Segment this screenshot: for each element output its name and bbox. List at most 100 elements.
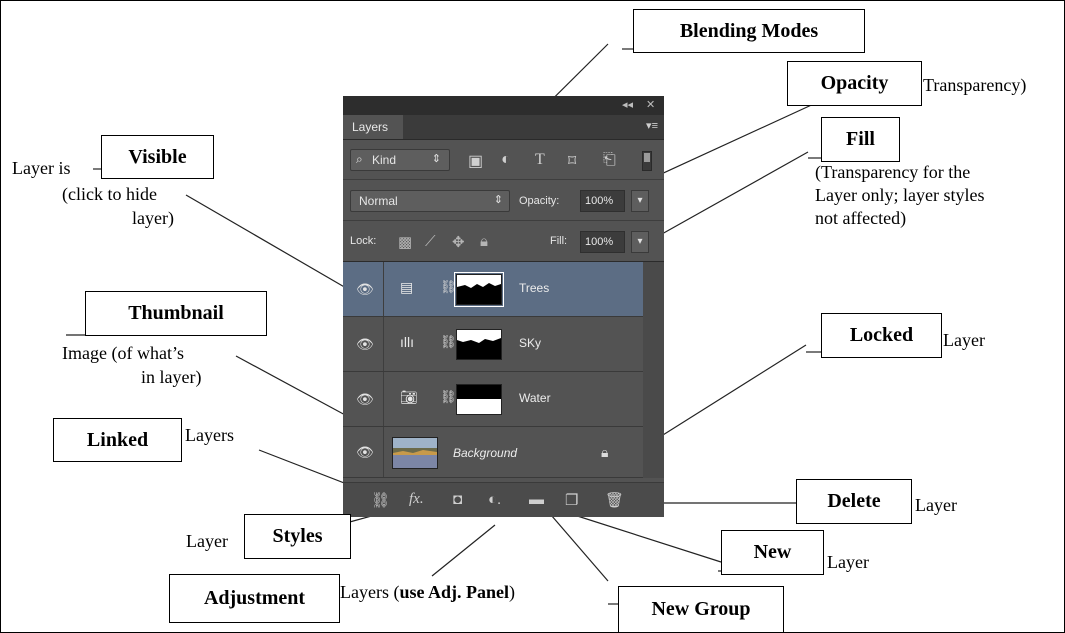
fill-box: Fill bbox=[821, 117, 900, 162]
layer-row-background[interactable]: 👁︎ Background 🔒︎ bbox=[343, 427, 643, 478]
eye-icon[interactable]: 👁︎ bbox=[356, 444, 374, 461]
new-note: Layer bbox=[827, 552, 869, 572]
type-filter-icon[interactable]: T bbox=[535, 151, 545, 169]
blend-row: Normal ⇕ Opacity: 100% ▾ bbox=[343, 180, 664, 221]
link-icon[interactable]: ⛓︎ bbox=[440, 334, 457, 350]
fill-value[interactable]: 100% bbox=[580, 231, 625, 253]
updown-arrow-icon: ⇕ bbox=[431, 153, 441, 165]
link-icon[interactable]: ⛓︎ bbox=[440, 389, 457, 405]
linked-note: Layers bbox=[185, 425, 234, 445]
gradient-map-icon: ▤ bbox=[400, 279, 414, 295]
close-icon[interactable]: ✕ bbox=[646, 98, 655, 111]
search-icon: ⌕ bbox=[356, 152, 363, 166]
levels-icon: ıllı bbox=[400, 334, 414, 350]
panel-bottom-bar: ⛓︎ fx. ◘ ◐. ▬ ❐ 🗑︎ bbox=[343, 482, 664, 517]
link-icon[interactable]: ⛓︎ bbox=[440, 279, 457, 295]
adjustment-note-bold: use Adj. Panel bbox=[399, 582, 509, 602]
collapse-icon[interactable]: ◂◂ bbox=[622, 98, 633, 111]
thumbnail-note-1: Image (of what’s bbox=[62, 343, 184, 363]
visibility-toggle[interactable]: 👁︎ bbox=[343, 262, 384, 316]
folder-icon[interactable]: ▬ bbox=[529, 491, 544, 508]
lock-brush-icon[interactable]: ⟋ bbox=[425, 233, 436, 250]
layer-mask-thumbnail[interactable] bbox=[456, 384, 502, 415]
panel-titlebar: ◂◂ ✕ bbox=[343, 96, 664, 115]
visible-box: Visible bbox=[101, 135, 214, 179]
camera-adjustment-icon: 📷︎ bbox=[400, 389, 418, 405]
delete-box: Delete bbox=[796, 479, 912, 524]
image-filter-icon[interactable]: ▣ bbox=[468, 151, 483, 171]
mask-icon[interactable]: ◘ bbox=[453, 491, 462, 508]
blend-mode-select[interactable]: Normal ⇕ bbox=[350, 190, 510, 212]
tab-layers[interactable]: Layers bbox=[343, 115, 403, 139]
layer-row-water[interactable]: 👁︎ 📷︎ ⛓︎ Water bbox=[343, 372, 643, 427]
fill-dropdown-icon[interactable]: ▾ bbox=[631, 231, 649, 253]
shape-filter-icon[interactable]: ⌑ bbox=[568, 151, 576, 171]
trash-icon[interactable]: 🗑︎ bbox=[605, 491, 624, 509]
locked-note: Layer bbox=[943, 330, 985, 350]
opacity-box: Opacity bbox=[787, 61, 922, 106]
styles-pre: Layer bbox=[186, 531, 228, 551]
eye-icon[interactable]: 👁︎ bbox=[356, 336, 374, 353]
blending-modes-box: Blending Modes bbox=[633, 9, 865, 53]
updown-arrow-icon: ⇕ bbox=[493, 194, 503, 206]
filter-kind-label: Kind bbox=[372, 153, 397, 167]
new-box: New bbox=[721, 530, 824, 575]
lock-row: Lock: ▩ ⟋ ✥ 🔒︎ Fill: 100% ▾ bbox=[343, 221, 664, 262]
visibility-toggle[interactable]: 👁︎ bbox=[343, 372, 384, 426]
opacity-note: Transparency) bbox=[923, 75, 1027, 95]
adjustment-note-part1: Layers ( bbox=[340, 582, 400, 602]
adjustment-note-part2: ) bbox=[508, 582, 515, 602]
locked-box: Locked bbox=[821, 313, 942, 358]
adjustment-box: Adjustment bbox=[169, 574, 340, 623]
fill-label: Fill: bbox=[550, 235, 568, 247]
scrollbar[interactable] bbox=[643, 262, 664, 478]
layers-list: 👁︎ ▤ ⛓︎ Trees 👁︎ ıllı ⛓︎ SKy 👁︎ 📷︎ ⛓︎ Wa… bbox=[343, 262, 643, 478]
layer-name: Trees bbox=[519, 281, 550, 295]
filter-row: ⌕ Kind ⇕ ▣ ◐ T ⌑ ⎗ bbox=[343, 139, 664, 180]
layers-panel: ◂◂ ✕ Layers ▾≡ ⌕ Kind ⇕ ▣ ◐ T ⌑ ⎗ Normal… bbox=[343, 96, 664, 517]
fill-note-2: Layer only; layer styles bbox=[815, 185, 985, 205]
visible-pre: Layer is bbox=[12, 158, 71, 178]
layer-mask-thumbnail[interactable] bbox=[456, 329, 502, 360]
smart-object-filter-icon[interactable]: ⎗ bbox=[603, 151, 616, 169]
delete-note: Layer bbox=[915, 495, 957, 515]
adjustment-note: Layers (use Adj. Panel) bbox=[340, 581, 515, 603]
layer-name: Water bbox=[519, 391, 551, 405]
new-group-box: New Group bbox=[618, 586, 784, 633]
background-thumbnail[interactable] bbox=[392, 437, 438, 469]
layer-mask-thumbnail[interactable] bbox=[454, 272, 504, 307]
thumbnail-note-2: in layer) bbox=[141, 367, 202, 387]
adjustment-icon[interactable]: ◐. bbox=[488, 491, 501, 508]
new-layer-icon[interactable]: ❐ bbox=[565, 491, 578, 509]
blend-mode-label: Normal bbox=[359, 194, 398, 208]
filter-toggle[interactable] bbox=[642, 151, 652, 171]
layer-name: Background bbox=[453, 446, 518, 460]
eye-icon[interactable]: 👁︎ bbox=[356, 391, 374, 408]
fill-note-1: (Transparency for the bbox=[815, 162, 971, 182]
styles-box: Styles bbox=[244, 514, 351, 559]
visibility-toggle[interactable]: 👁︎ bbox=[343, 317, 384, 371]
opacity-label: Opacity: bbox=[519, 195, 560, 207]
lock-move-icon[interactable]: ✥ bbox=[452, 233, 465, 251]
opacity-value[interactable]: 100% bbox=[580, 190, 625, 212]
fill-note-3: not affected) bbox=[815, 208, 907, 228]
adjustment-filter-icon[interactable]: ◐ bbox=[501, 151, 511, 169]
layer-row-trees[interactable]: 👁︎ ▤ ⛓︎ Trees bbox=[343, 262, 643, 317]
lock-transparent-icon[interactable]: ▩ bbox=[398, 233, 412, 251]
tab-bar: Layers ▾≡ bbox=[343, 115, 664, 140]
eye-icon[interactable]: 👁︎ bbox=[356, 281, 374, 298]
lock-icon: 🔒︎ bbox=[601, 444, 609, 460]
opacity-dropdown-icon[interactable]: ▾ bbox=[631, 190, 649, 212]
link-layers-icon[interactable]: ⛓︎ bbox=[371, 491, 390, 509]
layer-row-sky[interactable]: 👁︎ ıllı ⛓︎ SKy bbox=[343, 317, 643, 372]
panel-menu-icon[interactable]: ▾≡ bbox=[646, 119, 658, 132]
visibility-toggle[interactable]: 👁︎ bbox=[343, 427, 384, 477]
layer-name: SKy bbox=[519, 336, 542, 350]
linked-box: Linked bbox=[53, 418, 182, 462]
thumbnail-box: Thumbnail bbox=[85, 291, 267, 336]
lock-all-icon[interactable]: 🔒︎ bbox=[480, 233, 488, 250]
fx-icon[interactable]: fx. bbox=[409, 491, 424, 508]
lock-label: Lock: bbox=[350, 235, 377, 247]
visible-note-1: (click to hide bbox=[62, 184, 157, 204]
filter-kind-select[interactable]: ⌕ Kind ⇕ bbox=[350, 149, 450, 171]
